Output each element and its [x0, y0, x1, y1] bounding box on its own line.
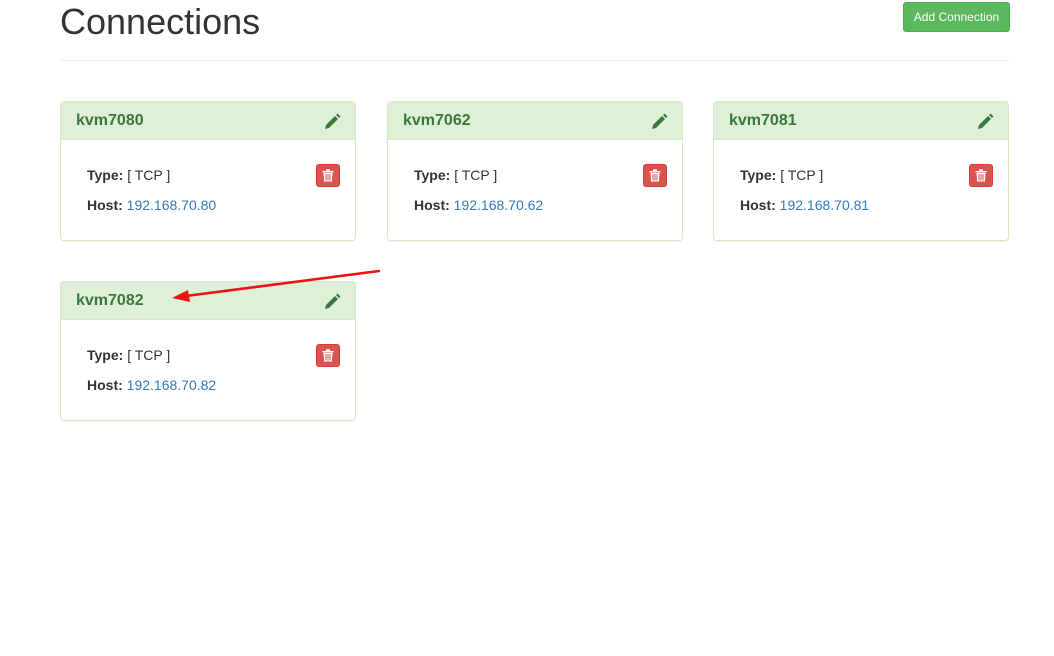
delete-connection-button[interactable]: [316, 344, 340, 367]
page-title: Connections: [60, 1, 261, 42]
type-value: [ TCP ]: [454, 167, 498, 183]
trash-icon: [975, 169, 987, 182]
type-value: [ TCP ]: [127, 167, 171, 183]
pencil-icon[interactable]: [323, 113, 341, 131]
host-label: Host:: [87, 377, 123, 393]
connection-card: kvm7062 Type: [ TCP ] Host: 192.168.70.6…: [387, 101, 683, 241]
connection-name: kvm7081: [729, 112, 797, 129]
type-row: Type: [ TCP ]: [740, 166, 823, 184]
trash-icon: [322, 169, 334, 182]
connection-card-header: kvm7062: [388, 102, 682, 140]
delete-connection-button[interactable]: [316, 164, 340, 187]
host-link[interactable]: 192.168.70.80: [127, 197, 217, 213]
connection-name: kvm7080: [76, 112, 144, 129]
connection-name: kvm7062: [403, 112, 471, 129]
connection-card-body: Type: [ TCP ] Host: 192.168.70.82: [61, 320, 355, 420]
type-label: Type:: [740, 167, 777, 183]
pencil-icon[interactable]: [650, 113, 668, 131]
connection-card: kvm7081 Type: [ TCP ] Host: 192.168.70.8…: [713, 101, 1009, 241]
connection-card-body: Type: [ TCP ] Host: 192.168.70.62: [388, 140, 682, 240]
host-label: Host:: [414, 197, 450, 213]
trash-icon: [649, 169, 661, 182]
connection-card-header: kvm7080: [61, 102, 355, 140]
type-row: Type: [ TCP ]: [87, 166, 170, 184]
type-value: [ TCP ]: [780, 167, 824, 183]
connection-card-header: kvm7081: [714, 102, 1008, 140]
trash-icon: [322, 349, 334, 362]
host-link[interactable]: 192.168.70.81: [780, 197, 870, 213]
host-row: Host: 192.168.70.62: [414, 196, 543, 214]
host-row: Host: 192.168.70.82: [87, 376, 216, 394]
connection-card-body: Type: [ TCP ] Host: 192.168.70.81: [714, 140, 1008, 240]
host-link[interactable]: 192.168.70.82: [127, 377, 217, 393]
pencil-icon[interactable]: [976, 113, 994, 131]
type-label: Type:: [414, 167, 451, 183]
connection-card: kvm7082 Type: [ TCP ] Host: 192.168.70.8…: [60, 281, 356, 421]
type-row: Type: [ TCP ]: [87, 346, 170, 364]
delete-connection-button[interactable]: [643, 164, 667, 187]
header-divider: [60, 60, 1010, 61]
host-row: Host: 192.168.70.81: [740, 196, 869, 214]
pencil-icon[interactable]: [323, 293, 341, 311]
type-value: [ TCP ]: [127, 347, 171, 363]
host-label: Host:: [87, 197, 123, 213]
host-row: Host: 192.168.70.80: [87, 196, 216, 214]
delete-connection-button[interactable]: [969, 164, 993, 187]
connection-card-header: kvm7082: [61, 282, 355, 320]
connection-card: kvm7080 Type: [ TCP ] Host: 192.168.70.8…: [60, 101, 356, 241]
add-connection-button[interactable]: Add Connection: [903, 2, 1010, 32]
host-label: Host:: [740, 197, 776, 213]
type-label: Type:: [87, 167, 124, 183]
connection-card-body: Type: [ TCP ] Host: 192.168.70.80: [61, 140, 355, 240]
type-row: Type: [ TCP ]: [414, 166, 497, 184]
host-link[interactable]: 192.168.70.62: [454, 197, 544, 213]
connection-name: kvm7082: [76, 292, 144, 309]
type-label: Type:: [87, 347, 124, 363]
